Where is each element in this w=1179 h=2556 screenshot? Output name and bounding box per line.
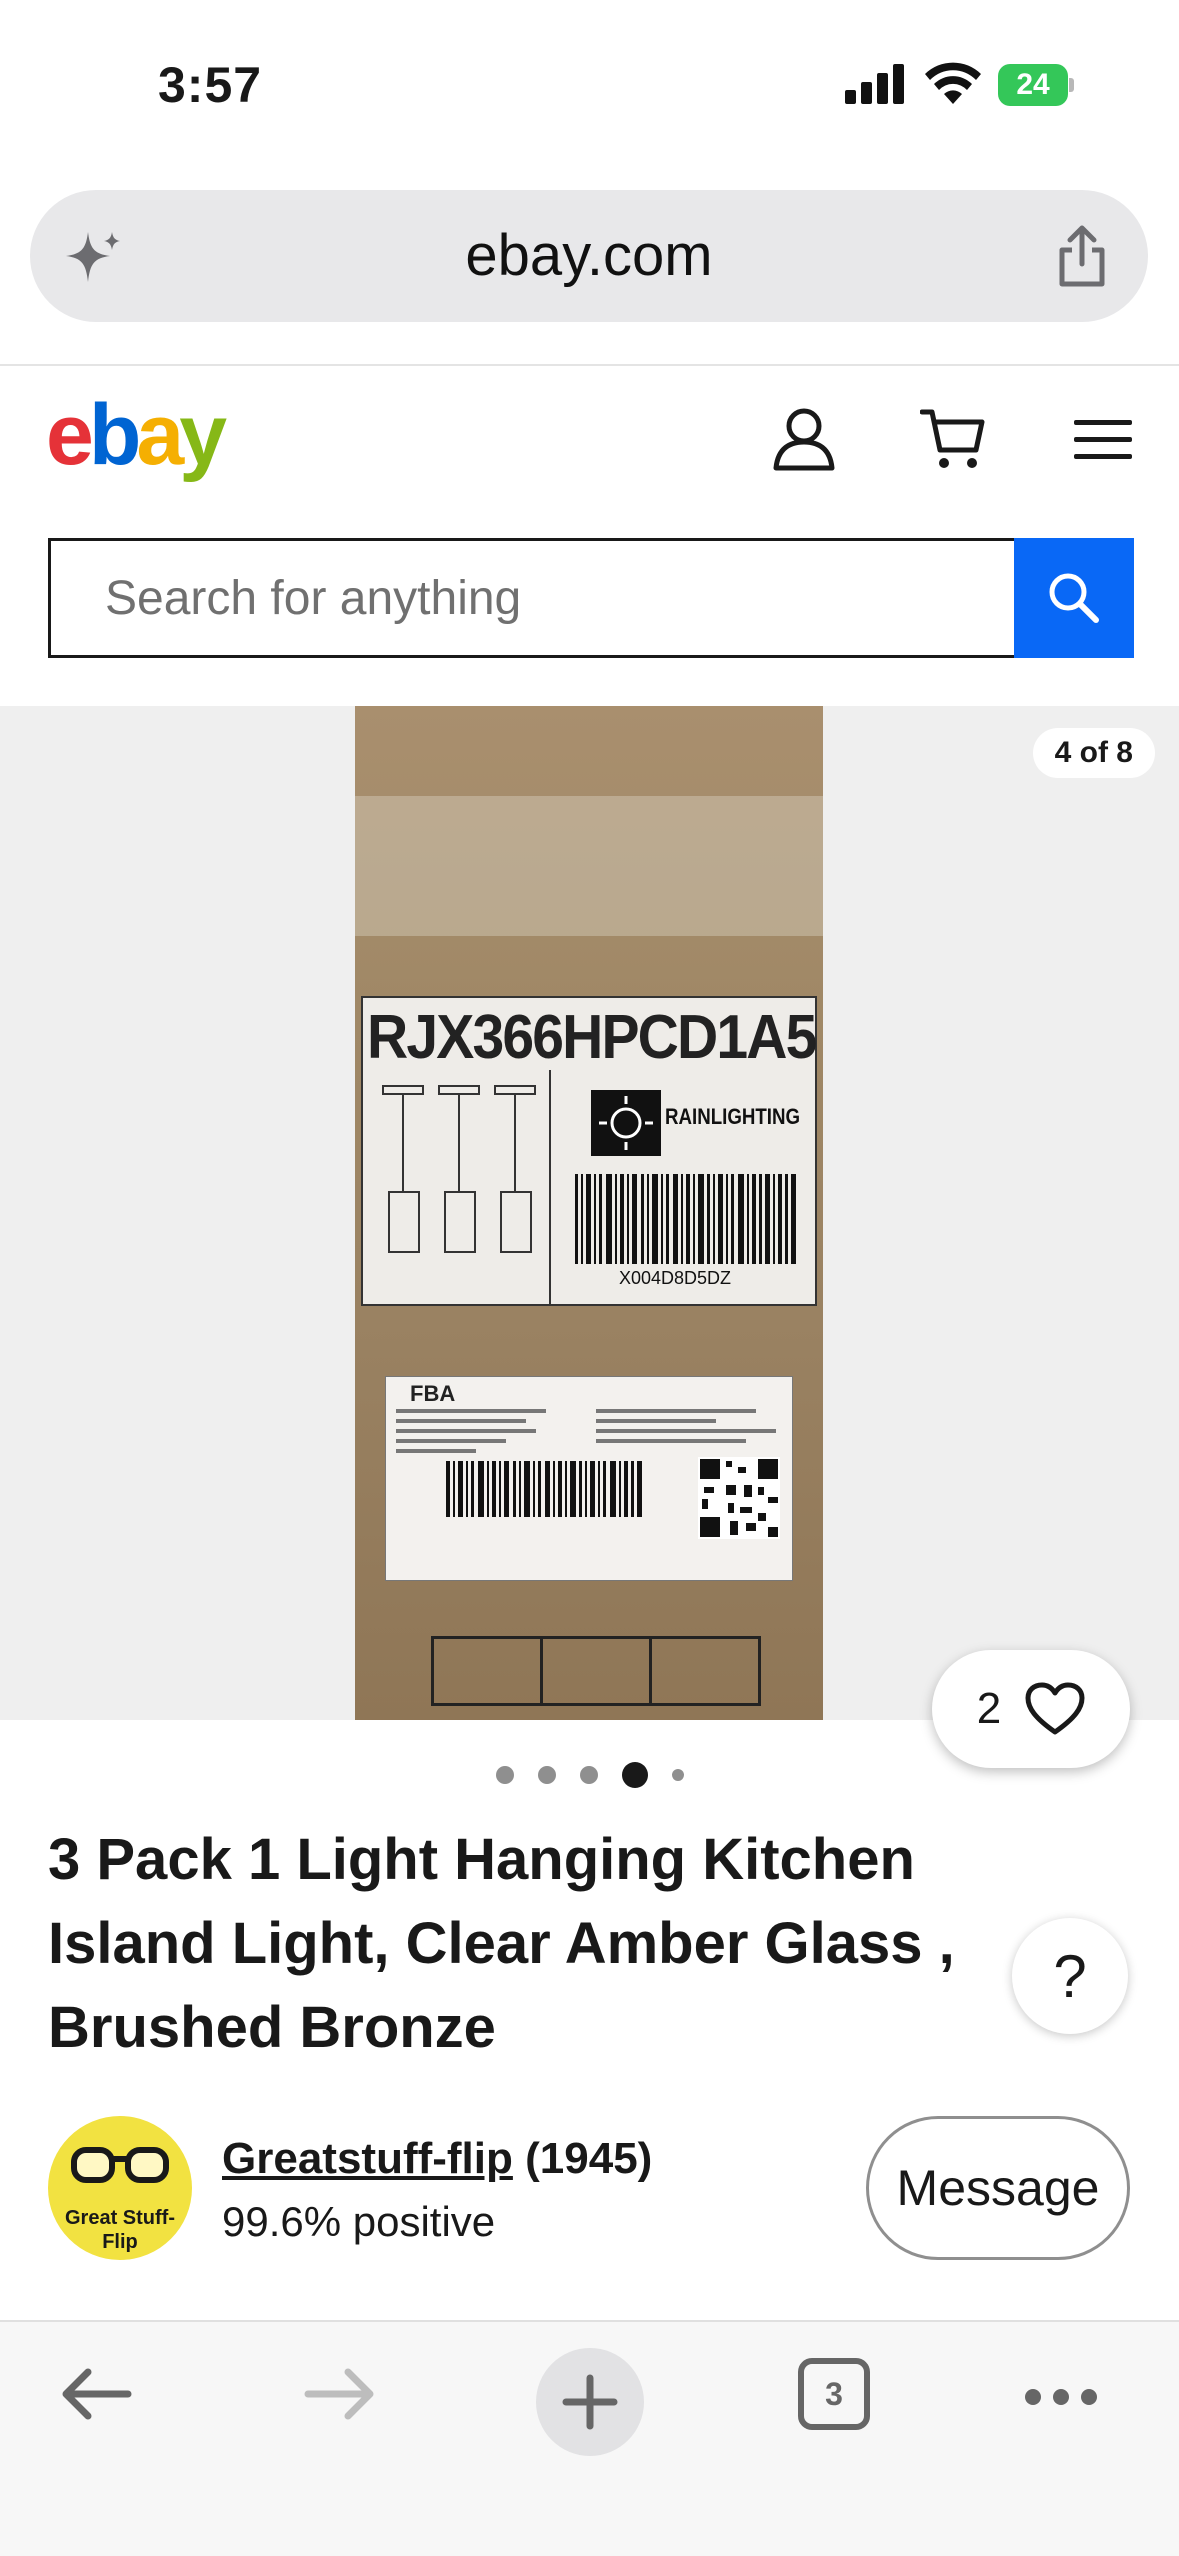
brand-name: RAINLIGHTING [665,1104,801,1129]
search-icon [1049,573,1099,623]
help-button[interactable]: ? [1012,1918,1128,2034]
cellular-signal-icon [845,64,904,104]
this-side-up-symbol-icon [652,1639,758,1703]
more-options-icon[interactable] [1024,2388,1098,2406]
barcode-text: X004D8D5DZ [619,1268,732,1288]
cart-icon[interactable] [920,406,986,472]
heart-icon [1025,1682,1085,1735]
status-bar: 3:57 24 [0,0,1179,170]
address-bar[interactable]: ebay.com [30,190,1148,322]
gallery-pagination[interactable] [0,1762,1179,1788]
shipping-label: FBA [385,1376,793,1581]
search-button[interactable] [1014,538,1134,658]
pagination-dot[interactable] [671,1769,684,1781]
barcode [575,1174,796,1264]
label-divider [549,1070,551,1306]
seller-positive-rating: 99.6% positive [222,2198,496,2245]
message-button[interactable]: Message [866,2116,1130,2260]
shipping-barcode [446,1461,642,1517]
handling-symbols [431,1636,761,1706]
share-icon[interactable] [1054,224,1110,288]
fba-title: FBA [410,1381,456,1406]
image-counter: 4 of 8 [1032,728,1155,778]
divider [0,364,1179,366]
account-icon[interactable] [772,406,836,472]
pagination-dot[interactable] [579,1766,598,1784]
pagination-dot[interactable] [537,1766,556,1784]
status-time: 3:57 [158,57,263,113]
glasses-icon [71,2147,169,2183]
browser-toolbar: 3 [0,2320,1179,2556]
pagination-dot[interactable] [495,1766,514,1784]
seller-avatar[interactable]: Great Stuff-Flip [48,2116,192,2260]
seller-info[interactable]: Greatstuff-flip (1945) [222,2134,652,2184]
pendant-lights-illustration [382,1085,536,1253]
image-gallery[interactable]: RJX366HPCD1A5 RAINLIGHTING X004D8D5DZ FB… [0,706,1179,1720]
seller-feedback-count: (1945) [525,2134,653,2183]
back-arrow-icon[interactable] [60,2366,132,2422]
box-label: RJX366HPCD1A5 RAINLIGHTING X004D8D5DZ [361,996,817,1306]
new-tab-button[interactable] [536,2348,644,2456]
wifi-icon [925,62,981,104]
search-input[interactable] [51,541,1014,655]
watch-count: 2 [976,1684,1002,1733]
forward-arrow-icon[interactable] [304,2366,376,2422]
fragile-symbol-icon [434,1639,543,1703]
qr-code [698,1457,780,1539]
watch-button[interactable]: 2 [932,1650,1130,1768]
battery-icon: 24 [998,64,1074,106]
seller-name[interactable]: Greatstuff-flip [222,2134,513,2183]
url-host[interactable]: ebay.com [30,222,1148,289]
tabs-button[interactable]: 3 [798,2358,870,2430]
box-model-code: RJX366HPCD1A5 [367,1003,817,1072]
search-field[interactable] [48,538,1014,658]
packing-tape [355,796,823,936]
listing-title: 3 Pack 1 Light Hanging Kitchen Island Li… [48,1827,955,2060]
brand-logo-icon [591,1090,661,1156]
product-photo[interactable]: RJX366HPCD1A5 RAINLIGHTING X004D8D5DZ FB… [355,706,823,1720]
keep-dry-symbol-icon [543,1639,652,1703]
menu-icon[interactable] [1074,418,1132,462]
battery-level: 24 [1016,68,1050,101]
pagination-dot-active[interactable] [621,1762,648,1788]
ebay-logo[interactable]: ebay [46,392,227,478]
plus-icon [562,2374,618,2430]
avatar-text: Great Stuff-Flip [65,2207,175,2253]
